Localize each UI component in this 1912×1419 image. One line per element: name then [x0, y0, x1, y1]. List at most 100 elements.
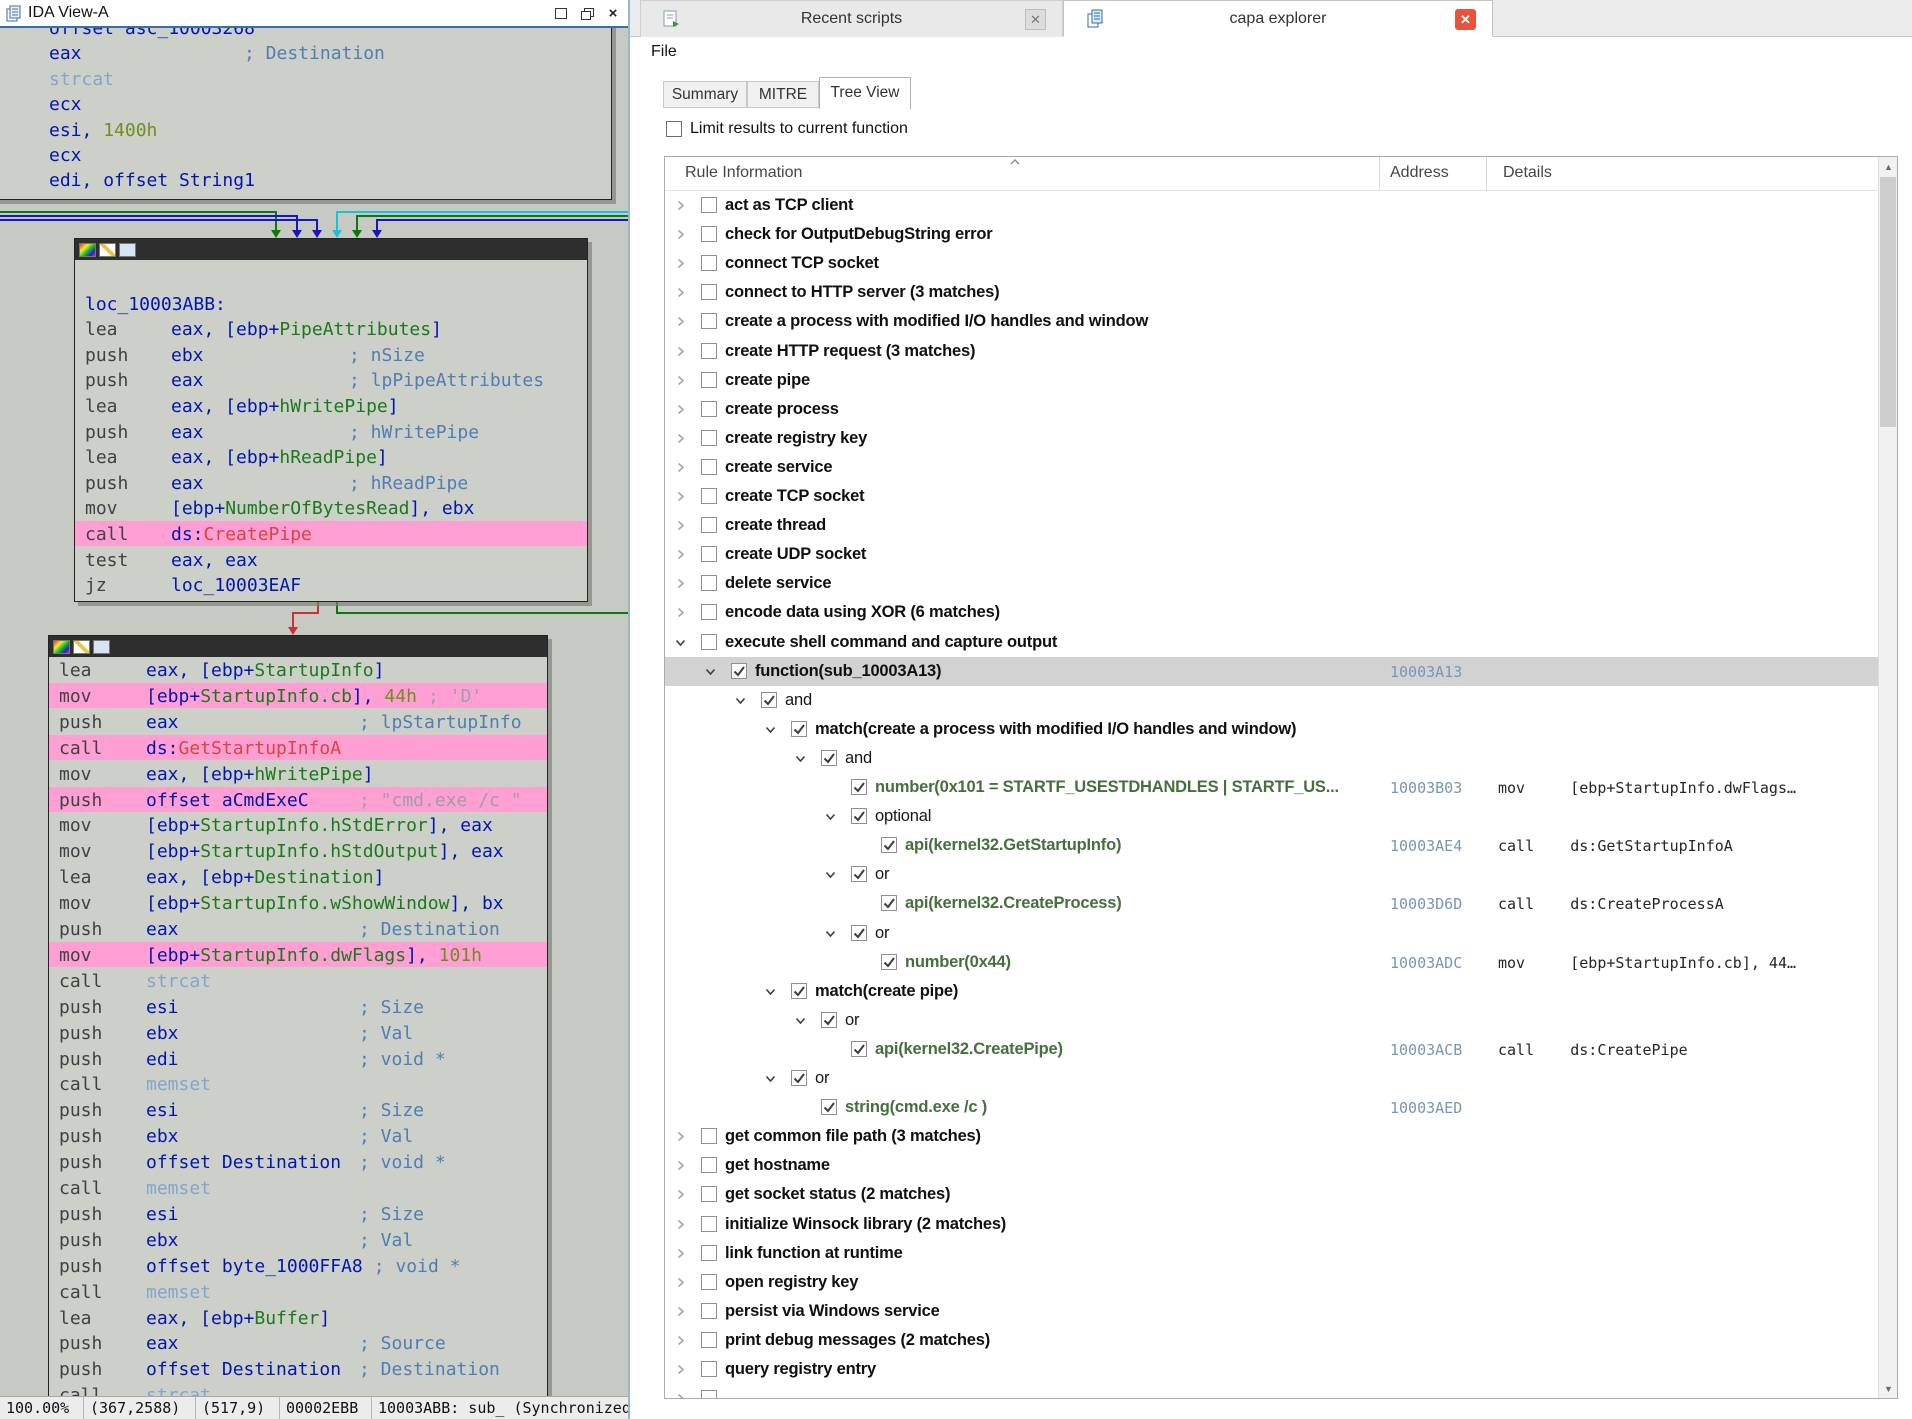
- tree-row[interactable]: [665, 1384, 1879, 1399]
- row-checkbox[interactable]: [701, 430, 717, 446]
- row-checkbox[interactable]: [701, 1274, 717, 1290]
- edit-icon[interactable]: [73, 640, 90, 654]
- tree-row[interactable]: api(kernel32.GetStartupInfo)10003AE4call…: [665, 831, 1879, 860]
- sync-icon[interactable]: [93, 640, 110, 654]
- row-checkbox[interactable]: [851, 779, 867, 795]
- tree-row[interactable]: check for OutputDebugString error: [665, 220, 1879, 249]
- tab-tree-view[interactable]: Tree View: [819, 77, 911, 109]
- basic-block[interactable]: loc_10003ABB:leaeax, [ebp+PipeAttributes…: [74, 238, 588, 602]
- tree-row[interactable]: match(create pipe): [665, 977, 1879, 1006]
- chevron-down-icon[interactable]: [675, 637, 686, 648]
- chevron-right-icon[interactable]: [675, 1277, 686, 1288]
- row-checkbox[interactable]: [701, 1361, 717, 1377]
- column-divider[interactable]: [1379, 157, 1380, 190]
- limit-results-checkbox[interactable]: [666, 121, 682, 137]
- tree-row[interactable]: and: [665, 686, 1879, 715]
- chevron-right-icon[interactable]: [675, 1160, 686, 1171]
- scrollbar-thumb[interactable]: [1880, 177, 1896, 427]
- tree-row[interactable]: connect TCP socket: [665, 249, 1879, 278]
- palette-icon[interactable]: [53, 640, 70, 654]
- chevron-right-icon[interactable]: [675, 1364, 686, 1375]
- close-button[interactable]: ×: [604, 5, 622, 21]
- chevron-right-icon[interactable]: [675, 1335, 686, 1346]
- tree-row[interactable]: link function at runtime: [665, 1239, 1879, 1268]
- col-rule-information[interactable]: Rule Information: [685, 164, 802, 182]
- tree-row[interactable]: and: [665, 744, 1879, 773]
- tree-row[interactable]: create service: [665, 453, 1879, 482]
- chevron-right-icon[interactable]: [675, 200, 686, 211]
- tree-row[interactable]: function(sub_10003A13)10003A13: [665, 657, 1879, 686]
- chevron-down-icon[interactable]: [765, 724, 776, 735]
- tree-row[interactable]: number(0x44)10003ADCmov [ebp+StartupInfo…: [665, 948, 1879, 977]
- row-checkbox[interactable]: [761, 692, 777, 708]
- tree-row[interactable]: persist via Windows service: [665, 1297, 1879, 1326]
- tree-row[interactable]: get socket status (2 matches): [665, 1180, 1879, 1209]
- tree-row[interactable]: get common file path (3 matches): [665, 1122, 1879, 1151]
- tree-row[interactable]: initialize Winsock library (2 matches): [665, 1210, 1879, 1239]
- vertical-scrollbar[interactable]: ▲ ▼: [1878, 157, 1897, 1398]
- chevron-down-icon[interactable]: [825, 811, 836, 822]
- tree-row[interactable]: create UDP socket: [665, 540, 1879, 569]
- row-checkbox[interactable]: [701, 1157, 717, 1173]
- tree-row[interactable]: print debug messages (2 matches): [665, 1326, 1879, 1355]
- tab-capa-explorer[interactable]: capa explorer ✕: [1063, 0, 1493, 37]
- row-checkbox[interactable]: [791, 721, 807, 737]
- tree-row[interactable]: query registry entry: [665, 1355, 1879, 1384]
- row-checkbox[interactable]: [821, 1012, 837, 1028]
- row-checkbox[interactable]: [821, 1099, 837, 1115]
- chevron-right-icon[interactable]: [675, 258, 686, 269]
- col-address[interactable]: Address: [1390, 164, 1449, 182]
- row-checkbox[interactable]: [701, 604, 717, 620]
- row-checkbox[interactable]: [701, 488, 717, 504]
- scroll-up-icon[interactable]: ▲: [1879, 157, 1898, 176]
- tree-row[interactable]: create registry key: [665, 424, 1879, 453]
- disassembly-graph-canvas[interactable]: offset asc_10003268eax; Destinationstrca…: [0, 28, 628, 1397]
- row-checkbox[interactable]: [731, 663, 747, 679]
- menu-file[interactable]: File: [645, 41, 683, 63]
- chevron-right-icon[interactable]: [675, 607, 686, 618]
- row-checkbox[interactable]: [701, 1303, 717, 1319]
- chevron-right-icon[interactable]: [675, 375, 686, 386]
- sync-icon[interactable]: [119, 243, 136, 257]
- tree-row[interactable]: number(0x101 = STARTF_USESTDHANDLES | ST…: [665, 773, 1879, 802]
- row-checkbox[interactable]: [701, 1216, 717, 1232]
- row-checkbox[interactable]: [851, 925, 867, 941]
- scroll-down-icon[interactable]: ▼: [1879, 1379, 1898, 1398]
- tab-summary[interactable]: Summary: [663, 81, 747, 108]
- tree-row[interactable]: create a process with modified I/O handl…: [665, 307, 1879, 336]
- tab-recent-scripts[interactable]: Recent scripts ✕: [640, 0, 1063, 37]
- row-checkbox[interactable]: [851, 808, 867, 824]
- restore-button[interactable]: [578, 5, 596, 21]
- tree-row[interactable]: or: [665, 1006, 1879, 1035]
- row-checkbox[interactable]: [701, 517, 717, 533]
- close-icon[interactable]: ✕: [1025, 9, 1046, 30]
- chevron-right-icon[interactable]: [675, 462, 686, 473]
- chevron-right-icon[interactable]: [675, 578, 686, 589]
- row-checkbox[interactable]: [881, 954, 897, 970]
- chevron-down-icon[interactable]: [795, 753, 806, 764]
- chevron-down-icon[interactable]: [825, 928, 836, 939]
- chevron-down-icon[interactable]: [765, 986, 776, 997]
- row-checkbox[interactable]: [701, 1128, 717, 1144]
- row-checkbox[interactable]: [701, 575, 717, 591]
- tree-row[interactable]: or: [665, 860, 1879, 889]
- chevron-right-icon[interactable]: [675, 1219, 686, 1230]
- edit-icon[interactable]: [99, 243, 116, 257]
- tree-row[interactable]: optional: [665, 802, 1879, 831]
- chevron-right-icon[interactable]: [675, 346, 686, 357]
- row-checkbox[interactable]: [701, 1245, 717, 1261]
- chevron-right-icon[interactable]: [675, 1131, 686, 1142]
- tree-row[interactable]: execute shell command and capture output: [665, 628, 1879, 657]
- chevron-right-icon[interactable]: [675, 549, 686, 560]
- tree-row[interactable]: create HTTP request (3 matches): [665, 337, 1879, 366]
- tree-row[interactable]: create pipe: [665, 366, 1879, 395]
- chevron-right-icon[interactable]: [675, 287, 686, 298]
- chevron-right-icon[interactable]: [675, 1306, 686, 1317]
- row-checkbox[interactable]: [701, 372, 717, 388]
- row-checkbox[interactable]: [701, 197, 717, 213]
- chevron-down-icon[interactable]: [735, 695, 746, 706]
- row-checkbox[interactable]: [791, 1070, 807, 1086]
- row-checkbox[interactable]: [881, 837, 897, 853]
- tree-row[interactable]: or: [665, 919, 1879, 948]
- tree-row[interactable]: match(create a process with modified I/O…: [665, 715, 1879, 744]
